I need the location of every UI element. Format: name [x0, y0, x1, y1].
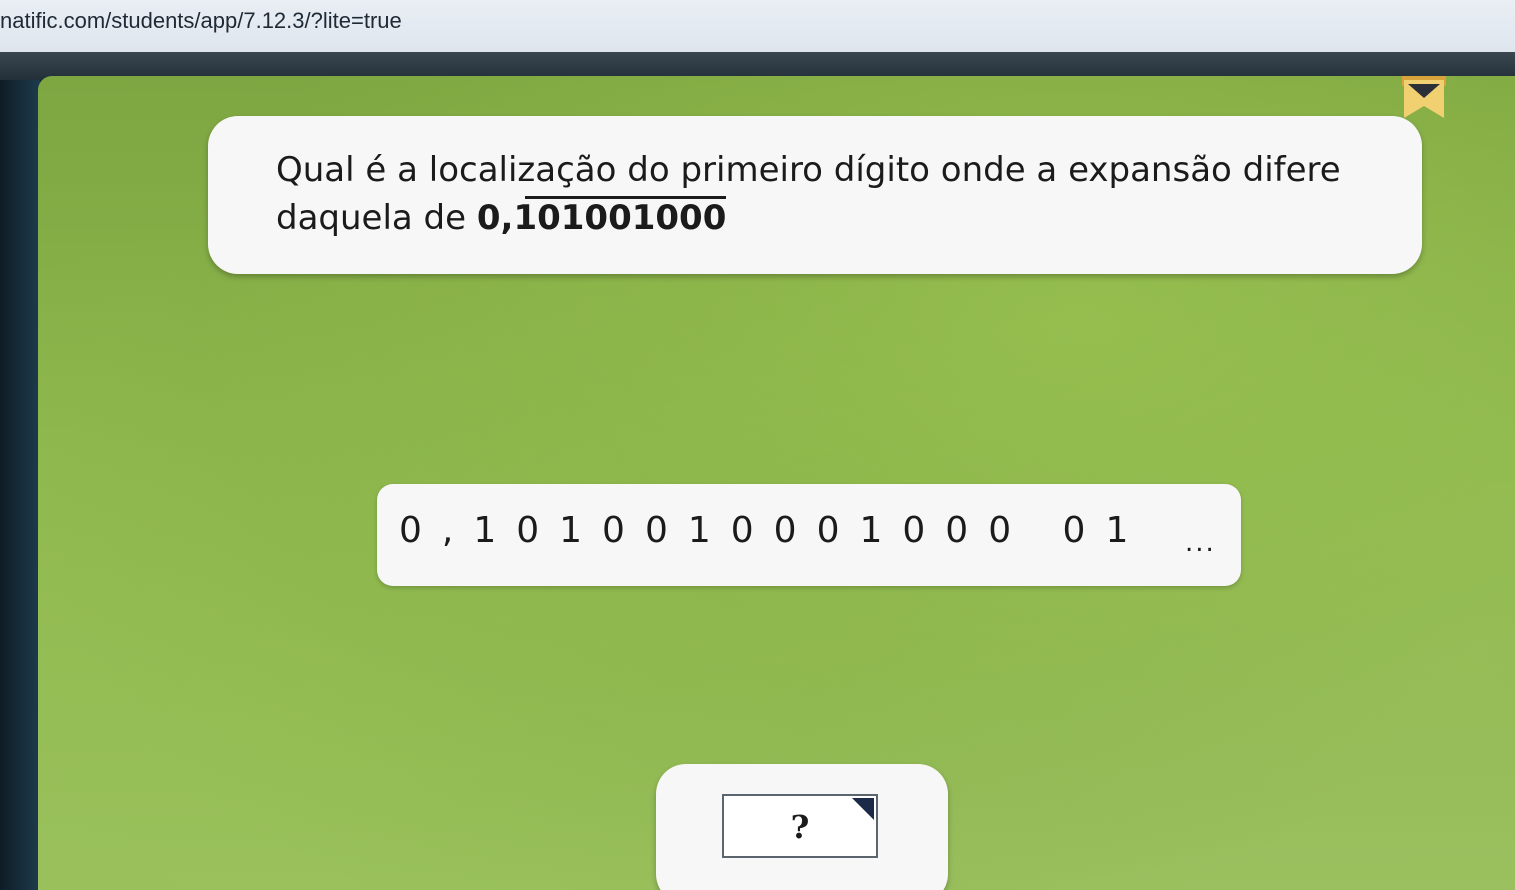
answer-dropdown[interactable]: ? — [722, 794, 878, 858]
repeating-overline — [524, 196, 727, 199]
bookmark-icon[interactable] — [1402, 76, 1446, 120]
browser-address-bar[interactable]: natific.com/students/app/7.12.3/?lite=tr… — [0, 0, 1515, 52]
decimal-expansion-card: 0,1010010001000 01 ... — [377, 484, 1241, 586]
exercise-stage: Qual é a localização do primeiro dígito … — [38, 76, 1515, 890]
question-prompt: Qual é a localização do primeiro dígito … — [276, 150, 1341, 238]
question-number: 0,101001000 — [476, 196, 727, 238]
url-text: natific.com/students/app/7.12.3/?lite=tr… — [0, 8, 402, 33]
question-number-value: 0,101001000 — [476, 198, 727, 238]
dropdown-triangle-icon[interactable] — [852, 798, 874, 820]
answer-card: ? — [656, 764, 948, 890]
decimal-expansion-digits: 0,1010010001000 01 — [399, 510, 1149, 551]
screen-left-edge — [0, 80, 40, 890]
question-card: Qual é a localização do primeiro dígito … — [208, 116, 1422, 274]
question-text: Qual é a localização do primeiro dígito … — [276, 146, 1396, 242]
expansion-ellipsis: ... — [1185, 528, 1216, 558]
